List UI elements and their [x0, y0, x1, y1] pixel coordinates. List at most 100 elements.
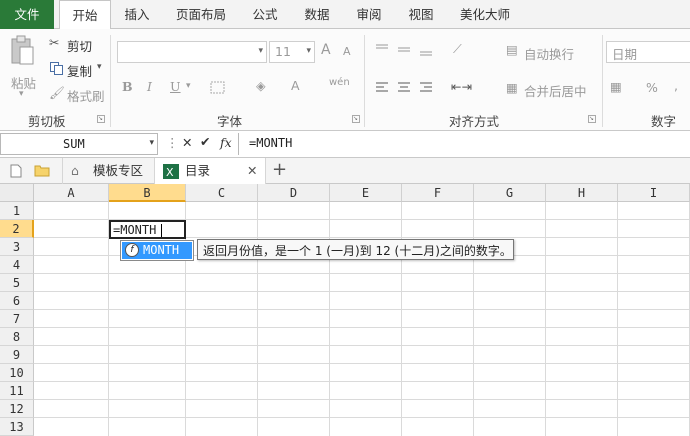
tab-view[interactable]: 视图 — [398, 0, 444, 29]
tab-formulas[interactable]: 公式 — [242, 0, 288, 29]
function-tooltip: 返回月份值，是一个 1 (一月)到 12 (十二月)之间的数字。 — [197, 239, 514, 260]
tab-file[interactable]: 文件 — [0, 0, 54, 29]
paste-icon — [11, 35, 34, 65]
row-header[interactable]: 6 — [0, 292, 34, 310]
autocomplete-item-label: MONTH — [143, 243, 180, 257]
row-header[interactable]: 10 — [0, 364, 34, 382]
text-caret — [161, 224, 162, 237]
fill-color-icon[interactable]: ◈ — [256, 78, 266, 93]
tab-workbook-label: 目录 — [185, 163, 211, 178]
close-icon[interactable]: ✕ — [247, 158, 257, 184]
cut-button[interactable]: ✂ 剪切 — [49, 35, 109, 54]
tab-template-zone[interactable]: ⌂ 模板专区 — [62, 158, 154, 184]
number-format-combo[interactable]: 日期 — [606, 41, 690, 63]
row-header[interactable]: 7 — [0, 310, 34, 328]
font-size-combo[interactable]: 11 ▾ — [269, 41, 315, 63]
shrink-font-icon[interactable]: A — [343, 45, 351, 58]
gridline — [34, 291, 690, 292]
currency-icon[interactable]: ▦ — [610, 79, 622, 94]
folder-icon[interactable] — [34, 164, 50, 177]
borders-icon[interactable] — [210, 81, 226, 95]
column-header[interactable]: H — [546, 184, 618, 202]
column-header[interactable]: F — [402, 184, 474, 202]
row-header[interactable]: 5 — [0, 274, 34, 292]
column-header[interactable]: D — [258, 184, 330, 202]
new-file-icon[interactable] — [10, 164, 22, 178]
number-group-label: 数字 — [651, 114, 677, 129]
autocomplete-item-month[interactable]: f MONTH — [122, 242, 192, 259]
tab-data[interactable]: 数据 — [294, 0, 340, 29]
active-cell-b2[interactable]: =MONTH — [109, 220, 186, 239]
italic-button[interactable]: I — [147, 79, 152, 94]
grow-font-icon[interactable]: A — [321, 42, 331, 58]
name-box[interactable]: SUM ▾ — [0, 133, 158, 155]
gridline — [34, 345, 690, 346]
function-icon: f — [125, 243, 139, 257]
merge-center-button[interactable]: 合并后居中 — [524, 81, 587, 100]
chevron-down-icon: ▾ — [19, 89, 24, 99]
function-autocomplete-list[interactable]: f MONTH — [120, 240, 194, 261]
tab-page-layout[interactable]: 页面布局 — [165, 0, 237, 29]
underline-button[interactable]: U — [170, 79, 181, 94]
wrap-text-icon: ▤ — [506, 42, 518, 57]
row-header[interactable]: 9 — [0, 346, 34, 364]
formula-text: =MONTH — [249, 136, 293, 150]
wrap-text-button[interactable]: 自动换行 — [524, 44, 574, 63]
vertical-align-icons[interactable] — [374, 43, 434, 57]
tab-home[interactable]: 开始 — [59, 0, 111, 30]
copy-button[interactable]: 复制 ▾ — [49, 60, 109, 79]
formula-input[interactable]: =MONTH — [238, 133, 690, 155]
divider — [364, 35, 365, 127]
divider — [110, 35, 111, 127]
home-icon: ⌂ — [71, 163, 79, 178]
row-header[interactable]: 8 — [0, 328, 34, 346]
column-header[interactable]: E — [330, 184, 402, 202]
row-header[interactable]: 4 — [0, 256, 34, 274]
select-all-corner[interactable] — [0, 184, 34, 202]
row-header[interactable]: 11 — [0, 382, 34, 400]
dialog-launcher-icon[interactable]: ↘ — [352, 115, 360, 123]
cell-value: =MONTH — [113, 223, 157, 237]
horizontal-align-icons[interactable] — [374, 81, 434, 95]
svg-text:X: X — [166, 166, 174, 179]
percent-button[interactable]: % — [646, 80, 658, 95]
indent-icons[interactable]: ⇤⇥ — [451, 79, 472, 94]
copy-label: 复制 — [67, 64, 93, 79]
column-header[interactable]: B — [109, 184, 186, 202]
cancel-icon[interactable]: ✕ — [182, 135, 192, 150]
worksheet-grid[interactable]: A B C D E F G H I 1 2 3 4 5 6 7 8 9 10 1… — [0, 184, 690, 436]
ribbon-tab-bar: 文件 开始 插入 页面布局 公式 数据 审阅 视图 美化大师 — [0, 0, 690, 30]
row-header[interactable]: 12 — [0, 400, 34, 418]
chevron-down-icon: ▾ — [97, 62, 102, 72]
column-header[interactable]: G — [474, 184, 546, 202]
dialog-launcher-icon[interactable]: ↘ — [97, 115, 105, 123]
row-header[interactable]: 13 — [0, 418, 34, 436]
column-header[interactable]: I — [618, 184, 690, 202]
gridline — [34, 309, 690, 310]
font-color-icon[interactable]: A — [291, 78, 300, 93]
enter-icon[interactable]: ✔ — [200, 134, 210, 149]
brush-icon: 🖌 — [49, 85, 65, 100]
font-group-label: 字体 — [217, 114, 243, 129]
row-header[interactable]: 2 — [0, 220, 34, 238]
comma-button[interactable]: , — [674, 78, 678, 93]
insert-function-button[interactable]: fx — [220, 135, 232, 150]
format-painter-button[interactable]: 🖌 格式刷 — [49, 85, 109, 104]
orientation-icon[interactable]: ⟋ — [453, 41, 462, 57]
column-header[interactable]: C — [186, 184, 258, 202]
column-header[interactable]: A — [34, 184, 109, 202]
tab-insert[interactable]: 插入 — [113, 0, 161, 29]
phonetic-icon[interactable]: wén — [329, 77, 350, 88]
row-header[interactable]: 3 — [0, 238, 34, 256]
tab-review[interactable]: 审阅 — [346, 0, 392, 29]
tab-workbook[interactable]: X 目录 ✕ — [154, 158, 266, 185]
name-box-value: SUM — [63, 137, 85, 151]
row-header[interactable]: 1 — [0, 202, 34, 220]
bold-button[interactable]: B — [122, 79, 133, 94]
dialog-launcher-icon[interactable]: ↘ — [588, 115, 596, 123]
gridline — [34, 381, 690, 382]
add-tab-button[interactable]: + — [272, 159, 287, 180]
paste-button[interactable]: 粘贴 ▾ — [6, 33, 40, 103]
font-name-combo[interactable]: ▾ — [117, 41, 267, 63]
tab-beautify[interactable]: 美化大师 — [451, 0, 519, 29]
